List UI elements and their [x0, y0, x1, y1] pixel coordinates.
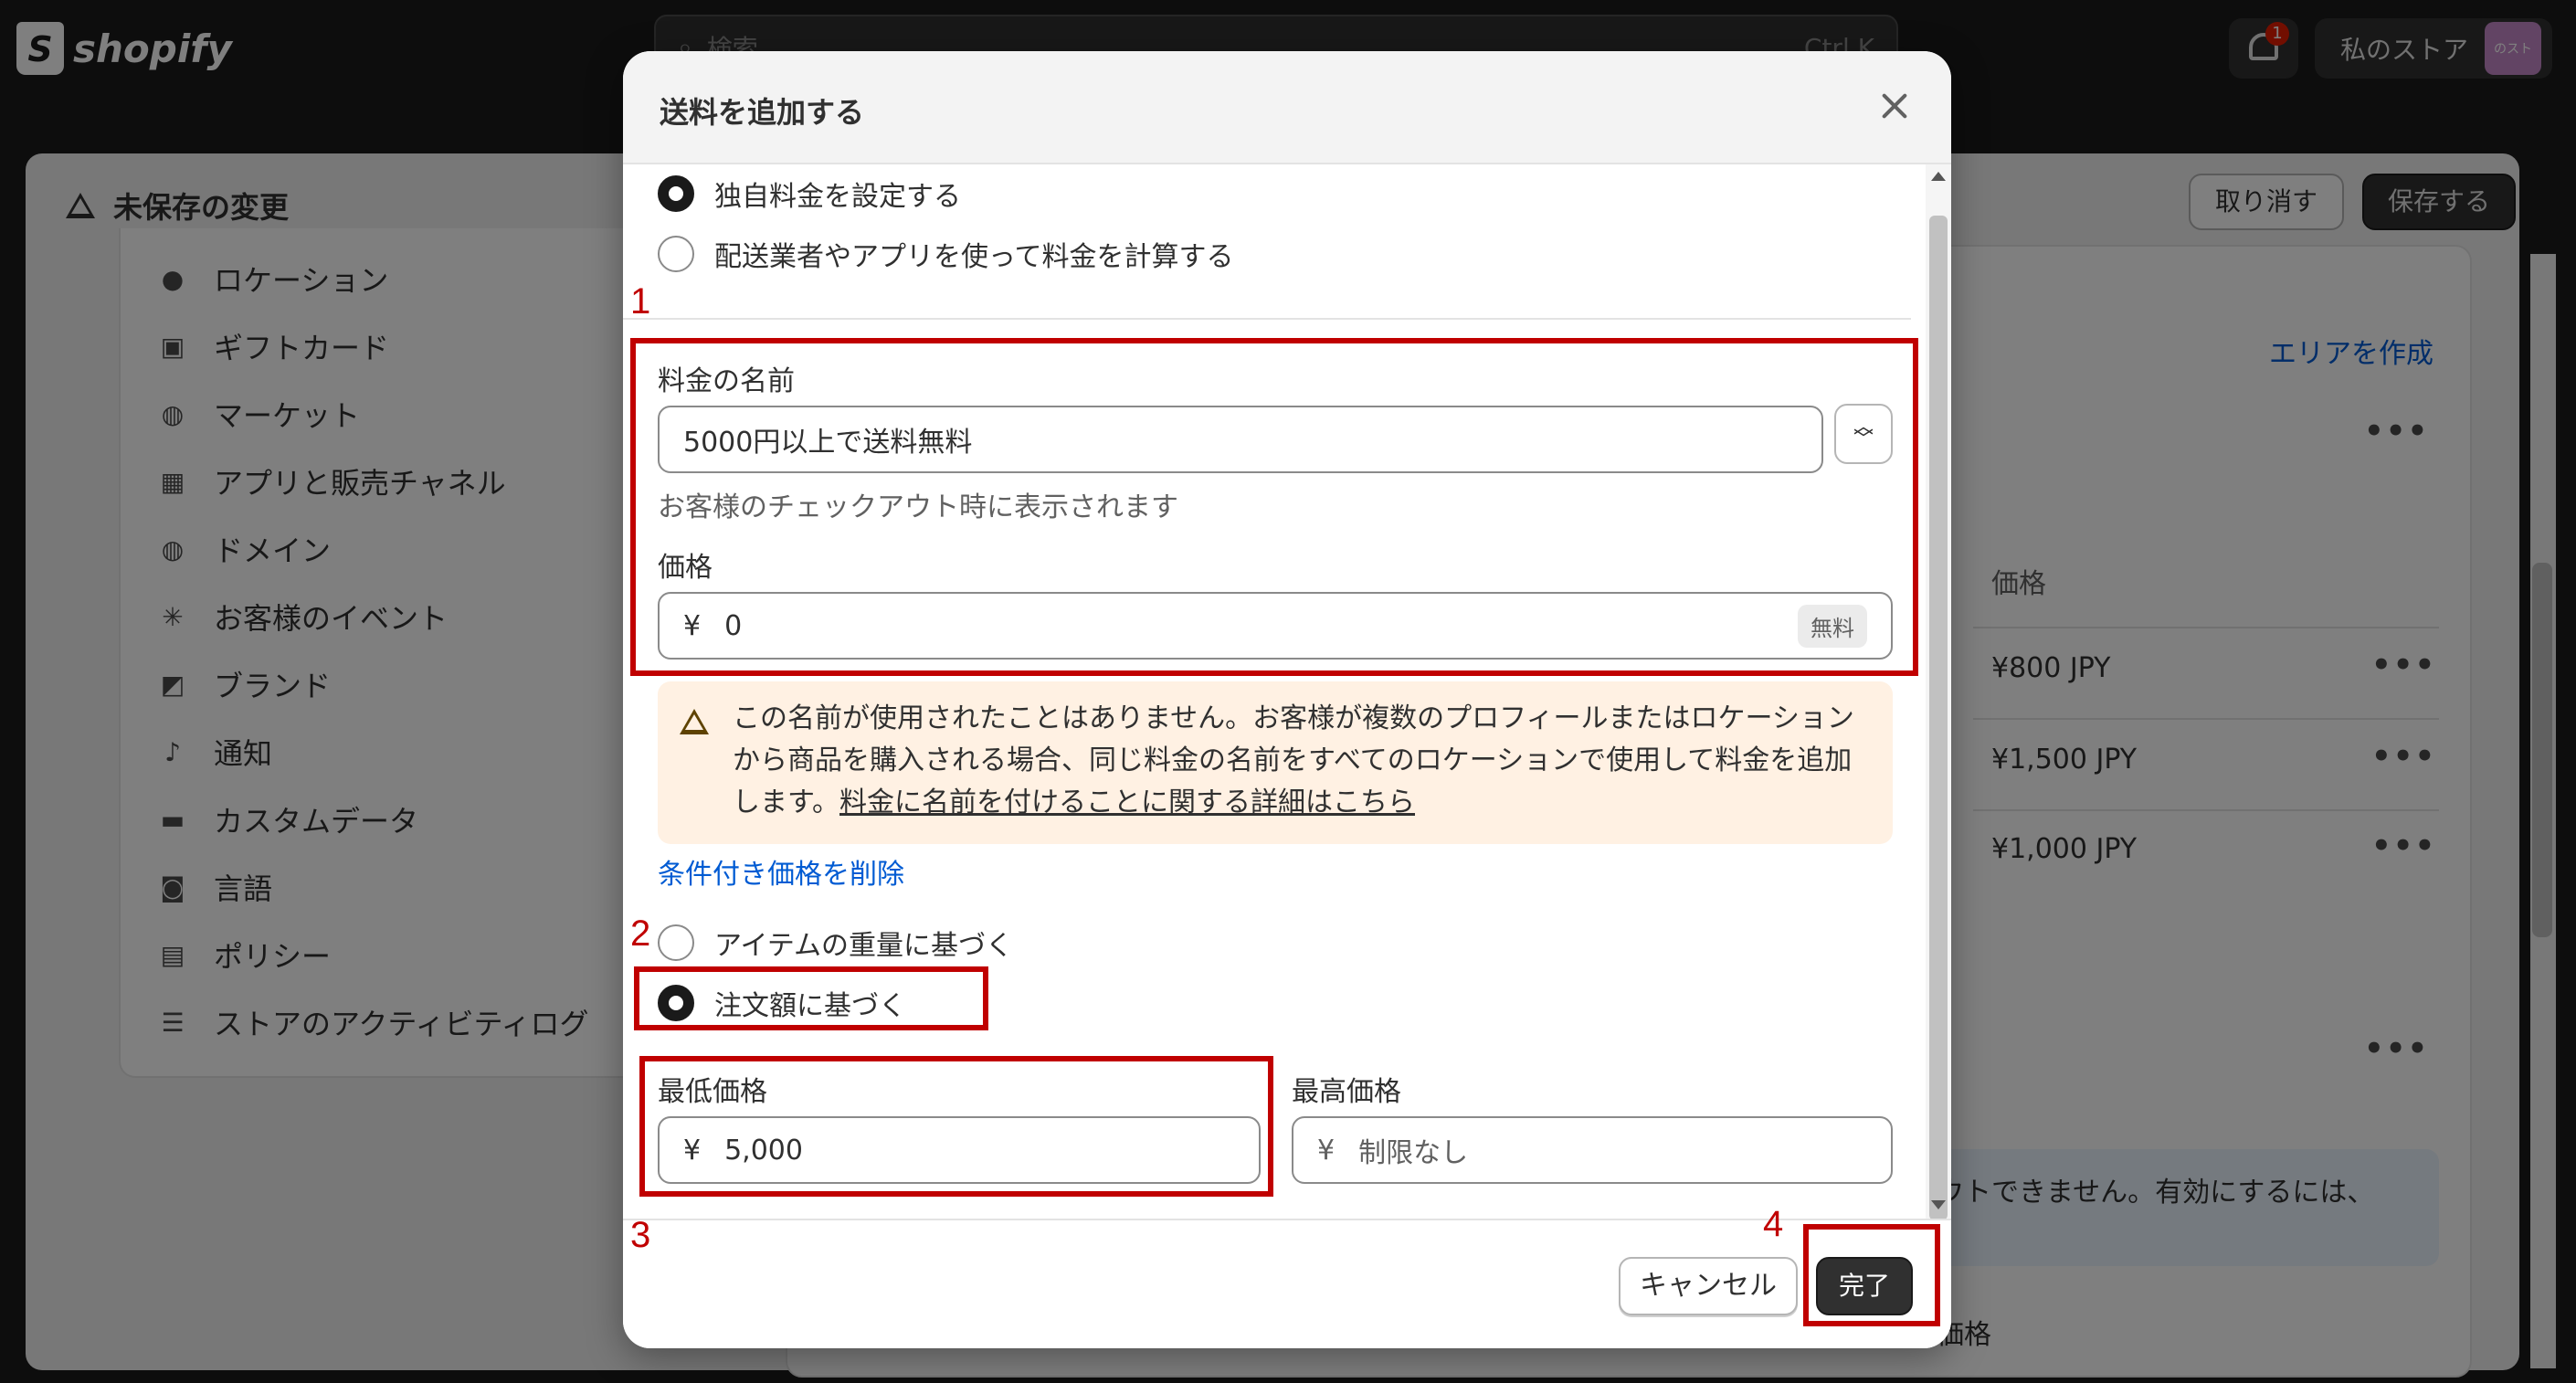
radio-custom-rate[interactable]: 独自料金を設定する	[658, 174, 961, 214]
annotation-number: 4	[1763, 1204, 1784, 1244]
radio-weight-based[interactable]: アイテムの重量に基づく	[658, 923, 1013, 963]
remove-conditional-pricing-link[interactable]: 条件付き価格を削除	[658, 851, 904, 892]
max-price-placeholder: 制限なし	[1358, 1137, 1469, 1169]
scroll-down-icon[interactable]	[1931, 1200, 1946, 1209]
currency-symbol: ¥	[1317, 1134, 1336, 1167]
rate-naming-help-link[interactable]: 料金に名前を付けることに関する詳細はこちら	[839, 787, 1415, 818]
scroll-up-icon[interactable]	[1931, 172, 1946, 181]
cancel-button[interactable]: キャンセル	[1619, 1257, 1798, 1315]
warning-icon	[680, 709, 709, 734]
section-divider	[623, 318, 1911, 320]
radio-label: アイテムの重量に基づく	[714, 930, 1013, 962]
modal-header: 送料を追加する	[623, 51, 1951, 164]
annotation-number: 1	[630, 281, 651, 322]
warning-text: この名前が使用されたことはありません。お客様が複数のプロフィールまたはロケーショ…	[733, 698, 1874, 824]
annotation-box	[1803, 1224, 1940, 1326]
annotation-box	[634, 966, 988, 1030]
annotation-box	[630, 338, 1918, 676]
annotation-number: 3	[630, 1215, 651, 1255]
radio-selected-icon	[658, 175, 694, 212]
radio-label: 配送業者やアプリを使って料金を計算する	[714, 241, 1234, 273]
close-icon[interactable]	[1876, 88, 1913, 124]
warning-banner: この名前が使用されたことはありません。お客様が複数のプロフィールまたはロケーショ…	[658, 681, 1893, 844]
max-price-input[interactable]: ¥ 制限なし	[1292, 1116, 1893, 1184]
radio-label: 独自料金を設定する	[714, 181, 961, 213]
annotation-number: 2	[630, 913, 651, 954]
radio-unselected-icon	[658, 236, 694, 272]
radio-unselected-icon	[658, 924, 694, 961]
max-price-label: 最高価格	[1292, 1076, 1401, 1108]
radio-carrier-rate[interactable]: 配送業者やアプリを使って料金を計算する	[658, 234, 1234, 274]
modal-scrollbar-thumb[interactable]	[1929, 216, 1948, 1220]
annotation-box	[639, 1056, 1273, 1197]
modal-title: 送料を追加する	[660, 95, 865, 130]
